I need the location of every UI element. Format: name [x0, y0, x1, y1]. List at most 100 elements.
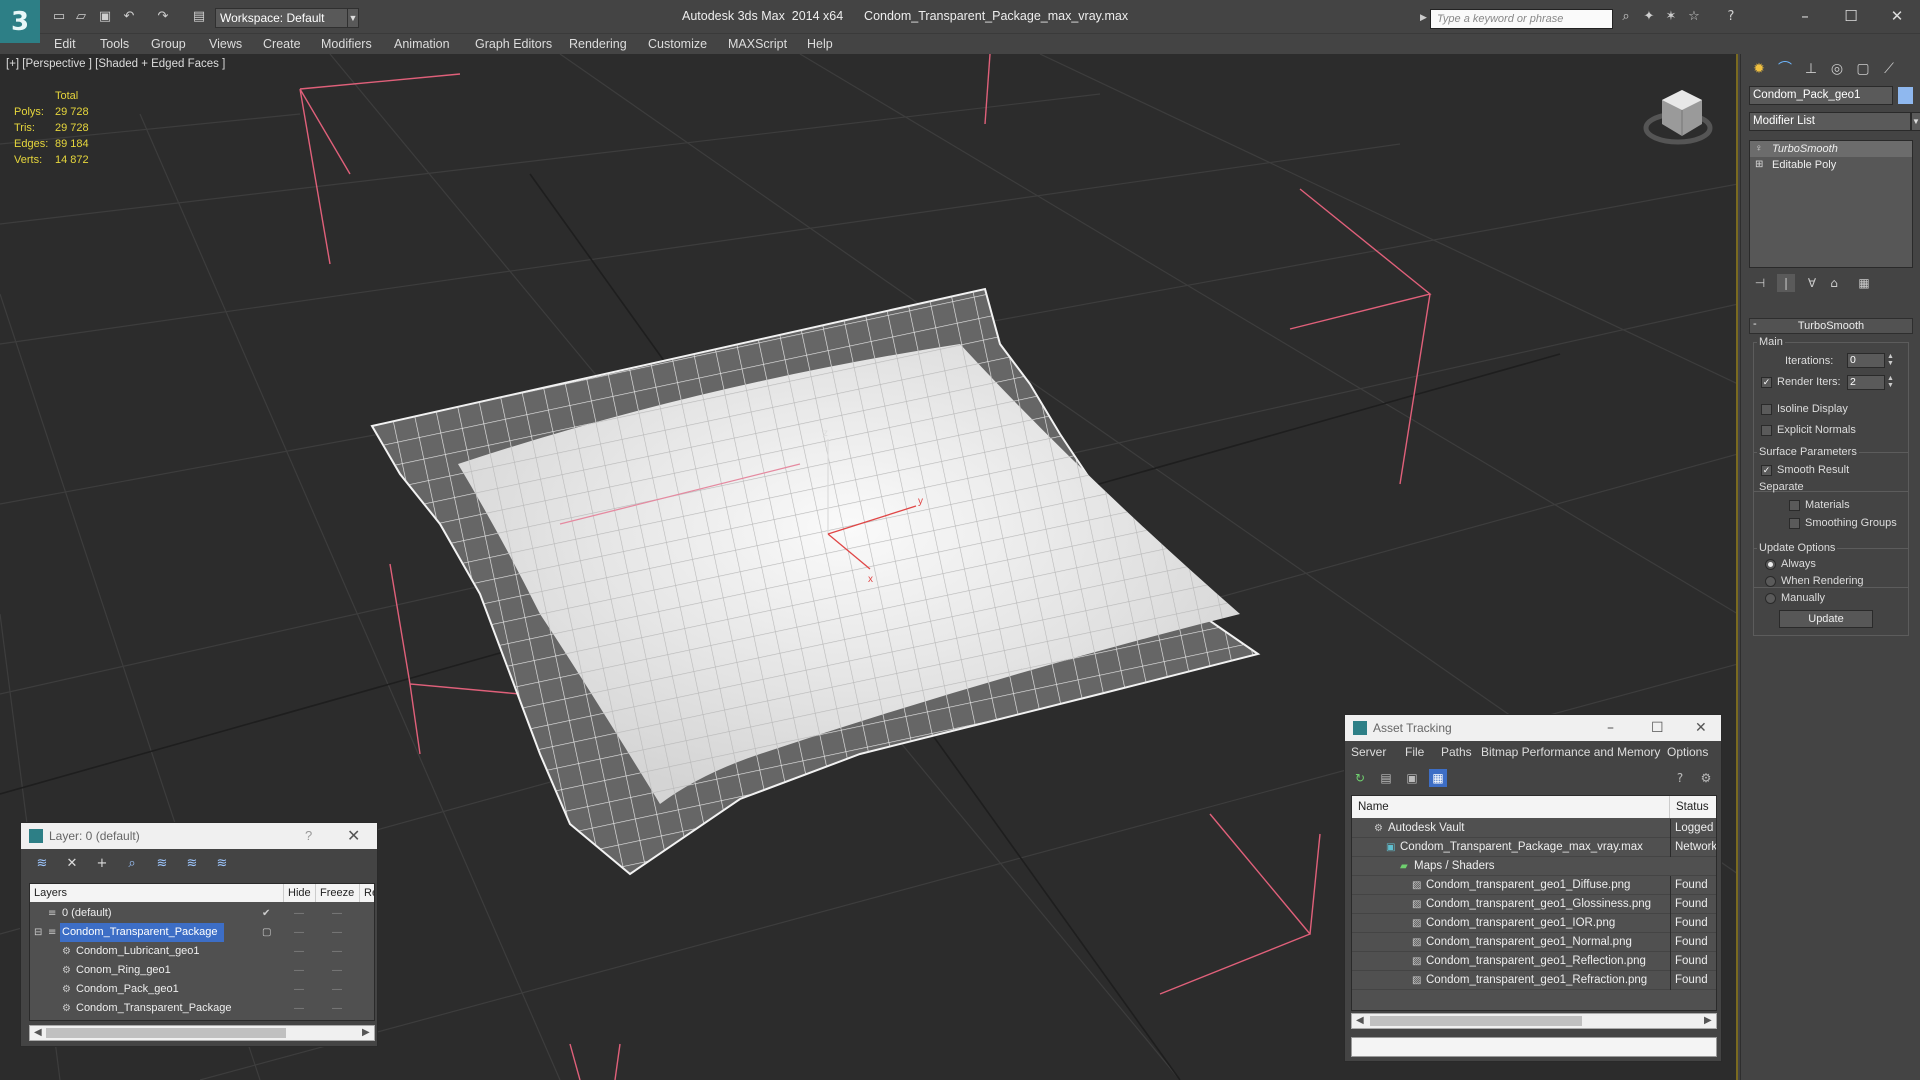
asset-row[interactable]: ▨ Condom_transparent_geo1_Reflection.png… [1352, 952, 1716, 971]
collapse-icon[interactable]: ⊟ [34, 923, 42, 942]
hide-toggle[interactable]: — [294, 942, 304, 961]
layer-row[interactable]: ⚙ Conom_Ring_geo1 — — [30, 961, 374, 980]
menu-create[interactable]: Create [263, 34, 301, 54]
column-render[interactable]: Re [360, 884, 374, 902]
asset-row[interactable]: ▨ Condom_transparent_geo1_Glossiness.png… [1352, 895, 1716, 914]
show-end-result-icon[interactable]: ❘ [1777, 274, 1795, 292]
app-menu-button[interactable]: 3 [0, 0, 40, 43]
freeze-toggle[interactable]: — [332, 904, 342, 923]
update-manually-radio[interactable] [1765, 593, 1776, 604]
maximize-icon[interactable]: ☐ [1651, 715, 1664, 741]
expand-plus-icon[interactable]: ⊞ [1755, 157, 1763, 173]
iterations-spinner[interactable]: 0 [1847, 353, 1885, 368]
configure-sets-icon[interactable]: ▦ [1855, 274, 1873, 292]
search-expand-icon[interactable]: ▶ [1420, 12, 1427, 23]
update-always-radio[interactable] [1765, 559, 1776, 570]
menu-graph-editors[interactable]: Graph Editors [475, 34, 552, 54]
menu-customize[interactable]: Customize [648, 34, 707, 54]
asset-row[interactable]: ▰ Maps / Shaders [1352, 857, 1716, 876]
hide-toggle[interactable]: — [294, 904, 304, 923]
column-name[interactable]: Name [1352, 796, 1670, 818]
layer-row[interactable]: ⊟ ≡ Condom_Transparent_Package ▢ — — [30, 923, 374, 942]
asset-horizontal-scrollbar[interactable]: ◀ ▶ [1351, 1013, 1717, 1029]
settings-icon[interactable]: ⚙ [1697, 769, 1715, 787]
scroll-thumb[interactable] [46, 1028, 286, 1038]
workspace-dropdown[interactable]: Workspace: Default [215, 8, 357, 28]
column-hide[interactable]: Hide [284, 884, 316, 902]
object-color-swatch[interactable] [1898, 87, 1913, 104]
smooth-result-checkbox[interactable]: ✓ [1761, 465, 1772, 476]
asset-row[interactable]: ▨ Condom_transparent_geo1_IOR.png Found [1352, 914, 1716, 933]
layer-window-title[interactable]: Layer: 0 (default) [21, 823, 377, 849]
help-icon[interactable]: ? [1671, 769, 1689, 787]
freeze-toggle[interactable]: — [332, 980, 342, 999]
list-view-icon[interactable]: ▤ [1377, 769, 1395, 787]
close-icon[interactable]: ✕ [1695, 715, 1707, 741]
menu-animation[interactable]: Animation [394, 34, 450, 54]
make-unique-icon[interactable]: ∀ [1803, 274, 1821, 292]
layer-horizontal-scrollbar[interactable]: ◀ ▶ [29, 1025, 375, 1041]
binoculars-icon[interactable]: ⌕ [1617, 9, 1635, 25]
scroll-right-icon[interactable]: ▶ [1704, 1014, 1712, 1028]
menu-maxscript[interactable]: MAXScript [728, 34, 787, 54]
select-in-layer-icon[interactable]: ⌕ [123, 855, 141, 873]
menu-tools[interactable]: Tools [100, 34, 129, 54]
spinner-arrows-icon[interactable]: ▲ ▼ [1886, 375, 1895, 390]
collapse-icon[interactable]: - [1753, 318, 1757, 330]
separate-smoothing-groups-checkbox[interactable] [1789, 518, 1800, 529]
layer-row[interactable]: ⚙ Condom_Lubricant_geo1 — — [30, 942, 374, 961]
hierarchy-tab-icon[interactable]: ⊥ [1799, 58, 1823, 80]
active-layer-check-icon[interactable]: ✔ [262, 904, 270, 923]
column-layers[interactable]: Layers [30, 884, 284, 902]
freeze-toggle[interactable]: — [332, 923, 342, 942]
set-active-layer-icon[interactable]: ▢ [262, 923, 271, 942]
freeze-toggle[interactable]: — [332, 999, 342, 1018]
highlight-layer-icon[interactable]: ≋ [153, 855, 171, 873]
project-folder-icon[interactable]: ▤ [190, 9, 208, 25]
hide-toggle[interactable]: — [294, 980, 304, 999]
scroll-left-icon[interactable]: ◀ [1356, 1014, 1364, 1028]
menu-modifiers[interactable]: Modifiers [321, 34, 372, 54]
thumbnail-view-icon[interactable]: ▣ [1403, 769, 1421, 787]
help-icon[interactable]: ? [1722, 9, 1740, 25]
utilities-tab-icon[interactable]: ⟋ [1877, 58, 1901, 80]
maximize-icon[interactable]: ☐ [1828, 4, 1874, 28]
layer-row[interactable]: ⚙ Condom_Transparent_Package — — [30, 999, 374, 1018]
asset-row[interactable]: ⚙ Autodesk Vault Logged [1352, 819, 1716, 838]
help-button[interactable]: ? [305, 823, 312, 849]
spinner-arrows-icon[interactable]: ▲ ▼ [1886, 353, 1895, 368]
table-view-icon[interactable]: ▦ [1429, 769, 1447, 787]
add-to-layer-icon[interactable]: + [93, 855, 111, 873]
new-file-icon[interactable]: ▭ [50, 9, 68, 25]
lightbulb-icon[interactable]: ♀ [1755, 141, 1763, 157]
column-status[interactable]: Status [1670, 796, 1716, 818]
stack-item-turbosmooth[interactable]: ♀ TurboSmooth [1750, 141, 1912, 157]
turbosmooth-rollout-header[interactable]: TurboSmooth [1749, 318, 1913, 334]
asset-menu-paths[interactable]: Paths [1441, 741, 1472, 763]
delete-layer-icon[interactable]: ✕ [63, 855, 81, 873]
asset-menu-options[interactable]: Options [1667, 741, 1708, 763]
display-tab-icon[interactable]: ▢ [1851, 58, 1875, 80]
render-iters-checkbox[interactable]: ✓ [1761, 377, 1772, 388]
menu-rendering[interactable]: Rendering [569, 34, 627, 54]
explicit-normals-checkbox[interactable] [1761, 425, 1772, 436]
scroll-thumb[interactable] [1370, 1016, 1582, 1026]
redo-icon[interactable]: ↷ [154, 9, 172, 25]
close-icon[interactable]: ✕ [1874, 4, 1920, 28]
undo-icon[interactable]: ↶ [120, 9, 138, 25]
pin-stack-icon[interactable]: ⊣ [1751, 274, 1769, 292]
modifier-list-dropdown[interactable]: Modifier List [1749, 112, 1911, 131]
menu-group[interactable]: Group [151, 34, 186, 54]
asset-menu-server[interactable]: Server [1351, 741, 1386, 763]
workspace-dropdown-arrow-icon[interactable]: ▼ [347, 8, 359, 28]
asset-window-title[interactable]: Asset Tracking [1345, 715, 1721, 741]
hide-toggle[interactable]: — [294, 961, 304, 980]
object-name-field[interactable]: Condom_Pack_geo1 [1749, 86, 1893, 105]
asset-row[interactable]: ▨ Condom_transparent_geo1_Diffuse.png Fo… [1352, 876, 1716, 895]
search-input[interactable]: Type a keyword or phrase [1430, 9, 1613, 29]
modify-tab-icon[interactable]: ⌒ [1773, 58, 1797, 80]
isoline-display-checkbox[interactable] [1761, 404, 1772, 415]
separate-materials-checkbox[interactable] [1789, 500, 1800, 511]
create-tab-icon[interactable]: ✹ [1747, 58, 1771, 80]
render-iters-spinner[interactable]: 2 [1847, 375, 1885, 390]
